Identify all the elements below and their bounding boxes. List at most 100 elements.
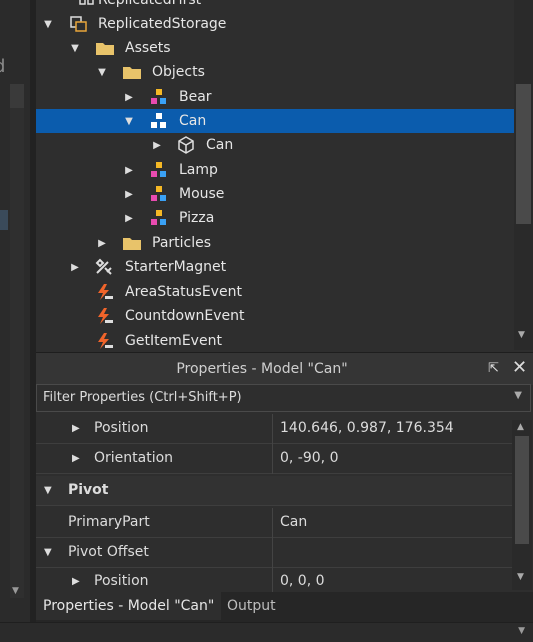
tree-item-label: AreaStatusEvent bbox=[125, 284, 242, 300]
scroll-down-icon[interactable]: ▼ bbox=[518, 330, 525, 340]
scroll-down-icon[interactable]: ▼ bbox=[517, 572, 524, 582]
explorer-tree: ReplicatedFirst ▼ ReplicatedStorage ▼ As… bbox=[36, 0, 514, 350]
left-panel-selection bbox=[0, 210, 8, 230]
properties-scrollbar-thumb[interactable] bbox=[515, 436, 529, 544]
property-name: Orientation bbox=[94, 450, 174, 466]
expand-arrow-icon[interactable]: ▼ bbox=[44, 485, 52, 496]
collapse-arrow-icon[interactable]: ▶ bbox=[123, 164, 135, 176]
tab-properties[interactable]: Properties - Model "Can" bbox=[36, 592, 222, 620]
tool-icon bbox=[95, 258, 113, 276]
tree-item-label: ReplicatedFirst bbox=[98, 0, 202, 8]
explorer-scrollbar[interactable]: ▼ bbox=[514, 0, 533, 350]
property-value[interactable]: 0, 0, 0 bbox=[280, 573, 325, 589]
collapse-arrow-icon[interactable]: ▶ bbox=[123, 212, 135, 224]
tree-item-label: Objects bbox=[152, 64, 205, 80]
collapse-arrow-icon[interactable]: ▶ bbox=[151, 139, 163, 151]
tree-item-replicated-storage[interactable]: ▼ ReplicatedStorage bbox=[36, 12, 514, 36]
property-row-primary-part[interactable]: PrimaryPart Can bbox=[36, 508, 512, 538]
tab-output[interactable]: Output bbox=[220, 592, 283, 620]
column-divider bbox=[272, 414, 273, 444]
mesh-part-icon bbox=[177, 136, 195, 154]
left-scroll-down-icon[interactable]: ▼ bbox=[12, 586, 19, 596]
column-divider bbox=[272, 538, 273, 568]
filter-properties-input[interactable]: Filter Properties (Ctrl+Shift+P) ▼ bbox=[36, 384, 531, 412]
model-icon bbox=[150, 185, 168, 203]
bottom-scrollbar[interactable]: ▼ bbox=[0, 622, 533, 642]
tree-item-particles[interactable]: ▶ Particles bbox=[36, 231, 514, 255]
property-name: Pivot Offset bbox=[68, 544, 149, 560]
scroll-up-icon[interactable]: ▲ bbox=[517, 422, 524, 432]
left-scrollbar-track[interactable] bbox=[10, 108, 24, 598]
property-row-position[interactable]: ▶ Position 140.646, 0.987, 176.354 bbox=[36, 414, 512, 444]
expand-arrow-icon[interactable]: ▼ bbox=[96, 66, 108, 78]
section-name: Pivot bbox=[68, 482, 109, 498]
folder-icon bbox=[95, 39, 114, 57]
properties-title: Properties - Model "Can" bbox=[176, 361, 348, 377]
collapse-arrow-icon[interactable]: ▶ bbox=[72, 453, 80, 464]
tree-item-pizza[interactable]: ▶ Pizza bbox=[36, 206, 514, 230]
tree-item-label: Mouse bbox=[179, 186, 225, 202]
expand-arrow-icon[interactable]: ▼ bbox=[123, 115, 135, 127]
tree-item[interactable]: ReplicatedFirst bbox=[36, 0, 514, 12]
tree-item-label: StarterMagnet bbox=[125, 259, 227, 275]
properties-scrollbar[interactable]: ▲ ▼ bbox=[512, 420, 532, 590]
collapse-arrow-icon[interactable]: ▶ bbox=[72, 576, 80, 587]
replicated-storage-icon bbox=[70, 15, 88, 33]
collapse-arrow-icon[interactable]: ▶ bbox=[123, 91, 135, 103]
folder-icon bbox=[122, 234, 141, 252]
tree-item-area-status-event[interactable]: AreaStatusEvent bbox=[36, 280, 514, 304]
left-scrollbar-thumb[interactable] bbox=[10, 84, 24, 108]
tree-item-label: Particles bbox=[152, 235, 212, 251]
property-value[interactable]: 0, -90, 0 bbox=[280, 450, 338, 466]
property-value[interactable]: 140.646, 0.987, 176.354 bbox=[280, 420, 454, 436]
tree-item-mouse[interactable]: ▶ Mouse bbox=[36, 182, 514, 206]
property-section-pivot[interactable]: ▼ Pivot bbox=[36, 476, 512, 506]
collapse-arrow-icon[interactable]: ▶ bbox=[72, 423, 80, 434]
collapse-arrow-icon[interactable]: ▶ bbox=[123, 188, 135, 200]
column-divider bbox=[272, 508, 273, 538]
expand-arrow-icon[interactable]: ▼ bbox=[69, 42, 81, 54]
collapse-arrow-icon[interactable]: ▶ bbox=[69, 261, 81, 273]
tree-item-get-item-event[interactable]: GetItemEvent bbox=[36, 329, 514, 350]
model-icon bbox=[150, 112, 168, 130]
property-row-pivot-offset[interactable]: ▼ Pivot Offset bbox=[36, 538, 512, 568]
column-divider bbox=[272, 444, 273, 474]
tree-item-label: Can bbox=[179, 113, 207, 129]
tree-item-lamp[interactable]: ▶ Lamp bbox=[36, 158, 514, 182]
property-row-orientation[interactable]: ▶ Orientation 0, -90, 0 bbox=[36, 444, 512, 474]
panel-tab-bar: Properties - Model "Can" Output bbox=[36, 592, 533, 622]
remote-event-icon bbox=[95, 283, 113, 301]
collapse-arrow-icon[interactable]: ▶ bbox=[96, 237, 108, 249]
property-value[interactable]: Can bbox=[280, 514, 307, 530]
tree-item-assets[interactable]: ▼ Assets bbox=[36, 36, 514, 60]
tree-item-countdown-event[interactable]: CountdownEvent bbox=[36, 304, 514, 328]
tree-item-label: GetItemEvent bbox=[125, 333, 222, 349]
tree-item-can-model[interactable]: ▼ Can bbox=[36, 109, 514, 133]
model-icon bbox=[150, 88, 168, 106]
folder-icon bbox=[122, 63, 141, 81]
tree-item-label: Can bbox=[206, 137, 234, 153]
explorer-scrollbar-thumb[interactable] bbox=[516, 84, 531, 224]
left-panel-edge: d ▼ bbox=[0, 0, 30, 641]
left-panel-clipped-text: d bbox=[0, 56, 5, 77]
tree-item-label: Bear bbox=[179, 89, 212, 105]
model-icon bbox=[150, 209, 168, 227]
expand-arrow-icon[interactable]: ▼ bbox=[42, 18, 54, 30]
tree-item-label: CountdownEvent bbox=[125, 308, 245, 324]
tree-item-can-meshpart[interactable]: ▶ Can bbox=[36, 133, 514, 157]
tree-item-bear[interactable]: ▶ Bear bbox=[36, 85, 514, 109]
scroll-down-icon[interactable]: ▼ bbox=[518, 626, 525, 636]
property-row-offset-position[interactable]: ▶ Position 0, 0, 0 bbox=[36, 567, 512, 597]
tree-item-label: ReplicatedStorage bbox=[98, 16, 227, 32]
close-icon[interactable]: ✕ bbox=[512, 357, 527, 378]
properties-title-bar: Properties - Model "Can" ⇱ ✕ bbox=[36, 352, 533, 385]
tree-item-objects[interactable]: ▼ Objects bbox=[36, 60, 514, 84]
tree-item-label: Pizza bbox=[179, 210, 215, 226]
expand-arrow-icon[interactable]: ▼ bbox=[44, 547, 52, 558]
tree-item-label: Assets bbox=[125, 40, 171, 56]
filter-placeholder: Filter Properties (Ctrl+Shift+P) bbox=[43, 390, 242, 405]
chevron-down-icon[interactable]: ▼ bbox=[514, 390, 522, 401]
tree-item-label: Lamp bbox=[179, 162, 218, 178]
undock-icon[interactable]: ⇱ bbox=[488, 361, 499, 376]
tree-item-starter-magnet[interactable]: ▶ StarterMagnet bbox=[36, 255, 514, 279]
